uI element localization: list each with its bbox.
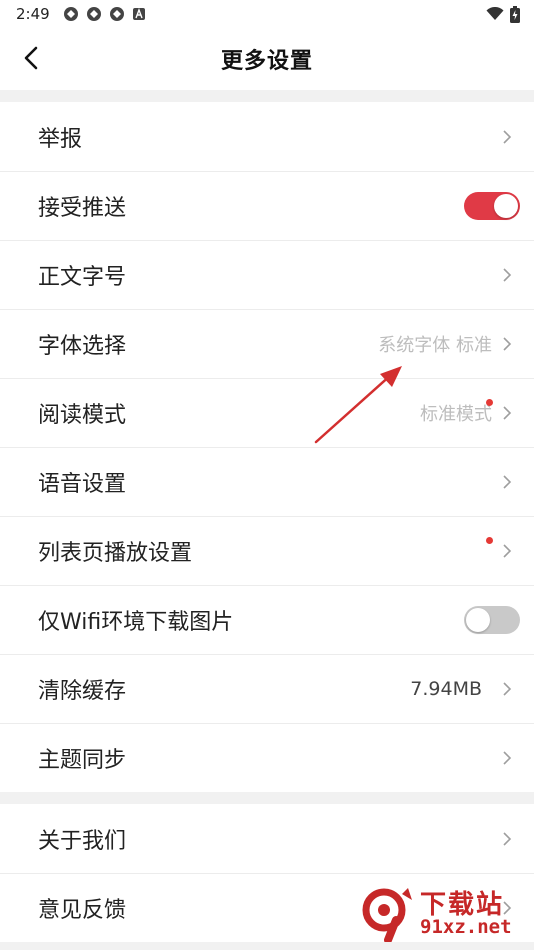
header: 更多设置 xyxy=(0,28,534,90)
settings-item-label: 主题同步 xyxy=(38,747,127,773)
page-title: 更多设置 xyxy=(220,49,313,74)
status-bar-left: 2:49 xyxy=(16,5,146,23)
chevron-right-icon xyxy=(503,750,512,765)
settings-item-font-choice[interactable]: 字体选择 系统字体 标准 xyxy=(0,309,534,378)
settings-item-label: 清除缓存 xyxy=(38,678,127,704)
toggle-knob xyxy=(466,607,490,632)
chevron-right-icon xyxy=(503,405,512,420)
push-toggle[interactable] xyxy=(464,191,520,220)
a-icon xyxy=(132,8,145,20)
chevron-right-icon xyxy=(503,831,512,846)
chevron-right-icon xyxy=(503,543,512,558)
settings-item-font-size[interactable]: 正文字号 xyxy=(0,240,534,309)
back-button[interactable] xyxy=(18,42,46,74)
chevron-right-icon xyxy=(503,681,512,696)
wifi-images-toggle[interactable] xyxy=(464,605,520,634)
notification-icon xyxy=(109,7,124,21)
settings-item-about-us[interactable]: 关于我们 xyxy=(0,804,534,873)
settings-item-report[interactable]: 举报 xyxy=(0,102,534,171)
settings-item-label: 举报 xyxy=(38,126,83,152)
settings-item-label: 语音设置 xyxy=(38,471,127,497)
settings-item-theme-sync[interactable]: 主题同步 xyxy=(0,723,534,792)
settings-group-main: 举报 接受推送 正文字号 字体选择 系统字体 标准 阅读模式 标准模式 语音设置… xyxy=(0,102,534,792)
watermark-logo-icon xyxy=(362,888,412,942)
watermark-url: 91xz.net xyxy=(420,916,512,938)
settings-item-value: 系统字体 标准 xyxy=(378,334,492,356)
settings-item-reading-mode[interactable]: 阅读模式 标准模式 xyxy=(0,378,534,447)
chevron-right-icon xyxy=(503,129,512,144)
settings-item-label: 字体选择 xyxy=(38,333,127,359)
settings-item-label: 仅Wifi环境下载图片 xyxy=(38,609,234,635)
chevron-right-icon xyxy=(503,336,512,351)
settings-item-label: 接受推送 xyxy=(38,195,127,221)
settings-item-label: 关于我们 xyxy=(38,828,127,854)
section-divider xyxy=(0,90,534,102)
settings-item-clear-cache[interactable]: 清除缓存 7.94MB xyxy=(0,654,534,723)
status-bar: 2:49 xyxy=(0,0,534,28)
settings-item-push[interactable]: 接受推送 xyxy=(0,171,534,240)
settings-item-label: 意见反馈 xyxy=(38,897,127,923)
wifi-icon xyxy=(486,7,504,20)
chevron-right-icon xyxy=(503,474,512,489)
battery-charging-icon xyxy=(510,5,520,23)
section-divider xyxy=(0,792,534,804)
watermark: 下载站 91xz.net xyxy=(358,884,528,944)
status-time: 2:49 xyxy=(16,5,50,23)
settings-item-list-playback[interactable]: 列表页播放设置 xyxy=(0,516,534,585)
settings-item-wifi-images[interactable]: 仅Wifi环境下载图片 xyxy=(0,585,534,654)
new-badge-dot xyxy=(486,399,493,406)
status-bar-right xyxy=(486,5,520,23)
settings-item-label: 正文字号 xyxy=(38,264,127,290)
notification-icon xyxy=(86,7,101,21)
settings-item-label: 列表页播放设置 xyxy=(38,540,193,566)
cache-size-value: 7.94MB xyxy=(410,677,482,700)
settings-item-label: 阅读模式 xyxy=(38,402,127,428)
notification-icon xyxy=(63,7,78,21)
new-badge-dot xyxy=(486,537,493,544)
toggle-knob xyxy=(494,193,518,218)
settings-item-voice[interactable]: 语音设置 xyxy=(0,447,534,516)
settings-item-value: 标准模式 xyxy=(420,403,492,425)
chevron-right-icon xyxy=(503,267,512,282)
